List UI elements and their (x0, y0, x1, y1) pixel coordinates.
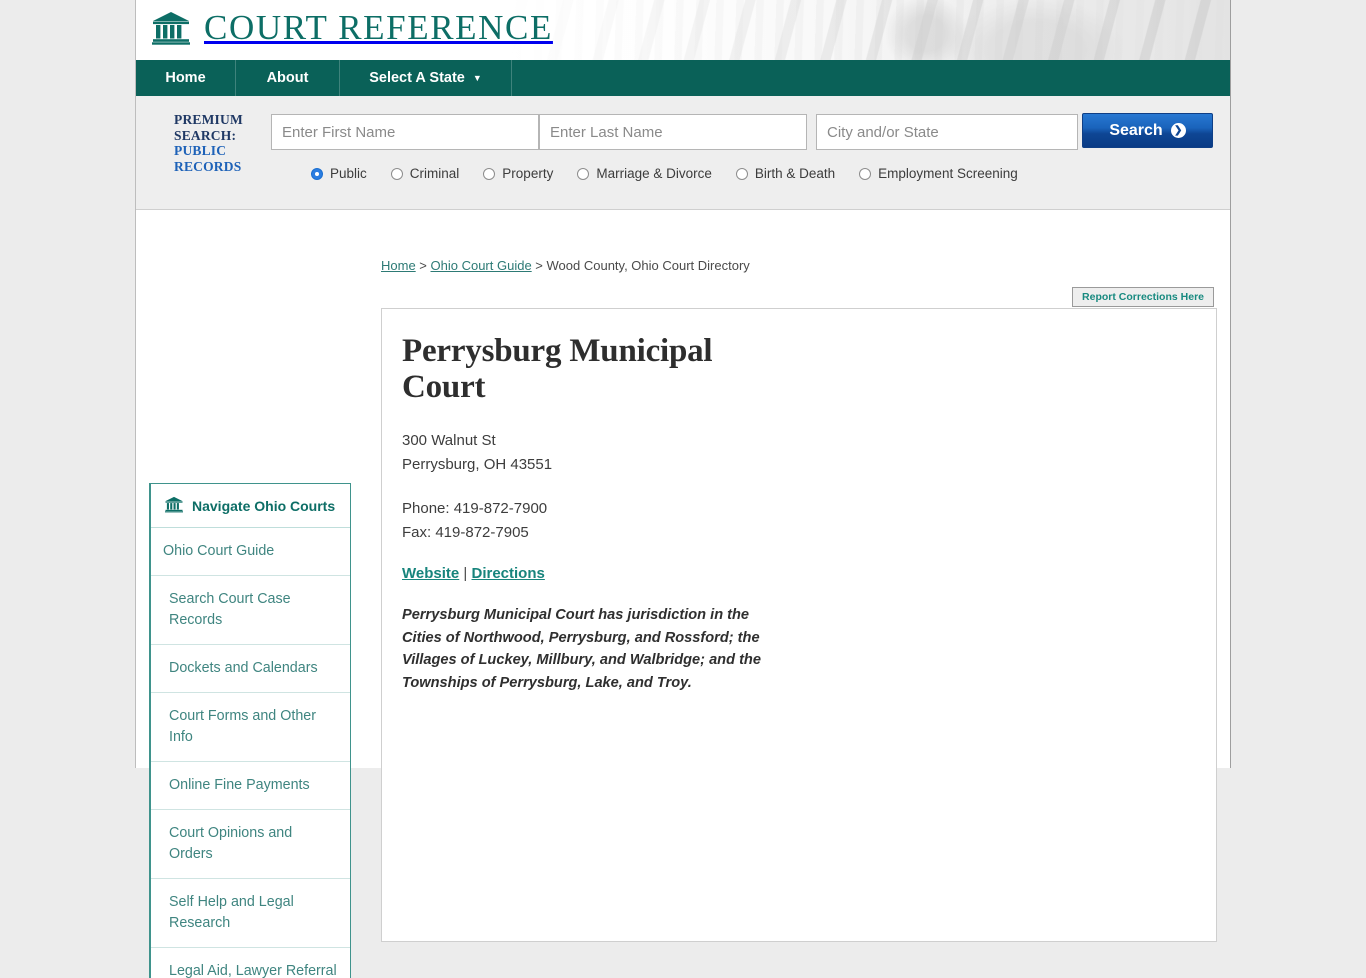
radio-label-property: Property (502, 166, 554, 181)
premium-search-bar: PREMIUM SEARCH: PUBLIC RECORDS Search ❯ … (136, 96, 1230, 210)
site-title: COURT REFERENCE (204, 8, 553, 47)
radio-option-birth-death[interactable]: Birth & Death (735, 166, 836, 181)
premium-label-line2: SEARCH: (174, 127, 237, 143)
page-title: Perrysburg Municipal Court (402, 333, 713, 405)
radio-dot-public (311, 167, 323, 180)
nav-item-about[interactable]: About (236, 60, 340, 96)
directions-link[interactable]: Directions (472, 565, 545, 582)
sidebar-navigate-ohio-courts: Navigate Ohio Courts Ohio Court Guide Se… (149, 483, 351, 978)
radio-option-marriage-divorce[interactable]: Marriage & Divorce (577, 166, 712, 181)
site-logo[interactable]: COURT REFERENCE (152, 8, 553, 48)
sidebar-header-label: Navigate Ohio Courts (192, 498, 336, 514)
radio-dot-employment-screening (859, 167, 872, 180)
report-corrections-label: Report Corrections Here (1082, 291, 1204, 303)
radio-dot-birth-death (735, 167, 748, 180)
radio-dot-property (483, 167, 496, 180)
breadcrumb-separator-2: > (531, 258, 547, 273)
breadcrumb-separator-1: > (415, 258, 431, 273)
sidebar-item-online-fine-payments[interactable]: Online Fine Payments (151, 762, 350, 810)
bank-columns-icon (152, 11, 190, 45)
search-type-radio-group: Public Criminal Property Marriage & Divo… (311, 166, 1018, 181)
sidebar-item-label: Ohio Court Guide (163, 543, 275, 559)
sidebar-item-label: Search Court Case Records (169, 591, 291, 628)
sidebar-item-label: Legal Aid, Lawyer Referral (169, 963, 337, 978)
court-detail-panel: Perrysburg Municipal Court 300 Walnut St… (381, 308, 1217, 942)
radio-dot-criminal (390, 167, 403, 180)
phone-number: Phone: 419-872-7900 (402, 500, 548, 517)
sidebar-header: Navigate Ohio Courts (151, 484, 350, 528)
court-links: Website | Directions (402, 565, 1186, 582)
search-button-label: Search (1109, 121, 1163, 139)
fax-number: Fax: 419-872-7905 (402, 524, 529, 541)
sidebar-item-label: Dockets and Calendars (169, 660, 318, 676)
nav-item-select-a-state[interactable]: Select A State ▼ (340, 60, 512, 96)
address-line-1: 300 Walnut St (402, 432, 496, 449)
chevron-right-icon: ❯ (1170, 123, 1186, 138)
report-corrections-button[interactable]: Report Corrections Here (1072, 287, 1214, 307)
sidebar-item-court-opinions-and-orders[interactable]: Court Opinions and Orders (151, 810, 350, 879)
premium-label-line3: PUBLIC (174, 143, 227, 158)
first-name-input[interactable] (271, 114, 539, 150)
breadcrumb: Home > Ohio Court Guide > Wood County, O… (381, 258, 750, 273)
nav-about-label: About (266, 70, 309, 86)
radio-dot-marriage-divorce (577, 167, 590, 180)
radio-option-employment-screening[interactable]: Employment Screening (859, 166, 1018, 181)
site-banner: COURT REFERENCE (136, 0, 1230, 60)
breadcrumb-home-link[interactable]: Home (381, 258, 416, 273)
page-container: COURT REFERENCE Home About Select A Stat… (135, 0, 1231, 978)
court-contact-numbers: Phone: 419-872-7900 Fax: 419-872-7905 (402, 497, 1186, 545)
radio-label-employment-screening: Employment Screening (878, 166, 1018, 181)
radio-option-property[interactable]: Property (483, 166, 553, 181)
breadcrumb-ohio-court-guide-link[interactable]: Ohio Court Guide (431, 258, 532, 273)
breadcrumb-current: Wood County, Ohio Court Directory (546, 258, 750, 273)
city-state-input[interactable] (816, 114, 1078, 150)
radio-option-criminal[interactable]: Criminal (390, 166, 460, 181)
radio-label-public: Public (330, 166, 367, 181)
address-line-2: Perrysburg, OH 43551 (402, 456, 553, 473)
nav-state-label: Select A State (369, 70, 465, 86)
search-button[interactable]: Search ❯ (1082, 113, 1213, 148)
nav-item-home[interactable]: Home (136, 60, 236, 96)
link-separator: | (463, 565, 468, 582)
sidebar-item-court-forms-and-other-info[interactable]: Court Forms and Other Info (151, 693, 350, 762)
sidebar-item-legal-aid-lawyer-referral[interactable]: Legal Aid, Lawyer Referral (151, 948, 350, 978)
sidebar-item-self-help-and-legal-research[interactable]: Self Help and Legal Research (151, 879, 350, 948)
court-address: 300 Walnut St Perrysburg, OH 43551 (402, 429, 1186, 477)
sidebar-item-ohio-court-guide[interactable]: Ohio Court Guide (151, 528, 350, 576)
chevron-down-icon: ▼ (472, 72, 482, 83)
radio-label-marriage-divorce: Marriage & Divorce (596, 166, 712, 181)
sidebar-item-label: Online Fine Payments (169, 777, 310, 793)
bank-columns-icon (165, 496, 183, 516)
radio-option-public[interactable]: Public (311, 166, 367, 181)
radio-label-criminal: Criminal (409, 166, 460, 181)
sidebar-item-label: Court Forms and Other Info (169, 708, 316, 745)
sidebar-item-dockets-and-calendars[interactable]: Dockets and Calendars (151, 645, 350, 693)
sidebar-item-label: Court Opinions and Orders (169, 825, 293, 862)
website-link[interactable]: Website (402, 565, 459, 582)
premium-label-line4: RECORDS (174, 158, 242, 174)
premium-search-label: PREMIUM SEARCH: PUBLIC RECORDS (174, 112, 266, 174)
radio-label-birth-death: Birth & Death (754, 166, 836, 181)
sidebar-item-search-court-case-records[interactable]: Search Court Case Records (151, 576, 350, 645)
jurisdiction-description: Perrysburg Municipal Court has jurisdict… (402, 607, 761, 691)
last-name-input[interactable] (539, 114, 807, 150)
main-navigation: Home About Select A State ▼ (136, 60, 1230, 96)
sidebar-item-label: Self Help and Legal Research (169, 894, 294, 931)
nav-home-label: Home (165, 70, 206, 86)
premium-label-line1: PREMIUM (174, 112, 243, 127)
